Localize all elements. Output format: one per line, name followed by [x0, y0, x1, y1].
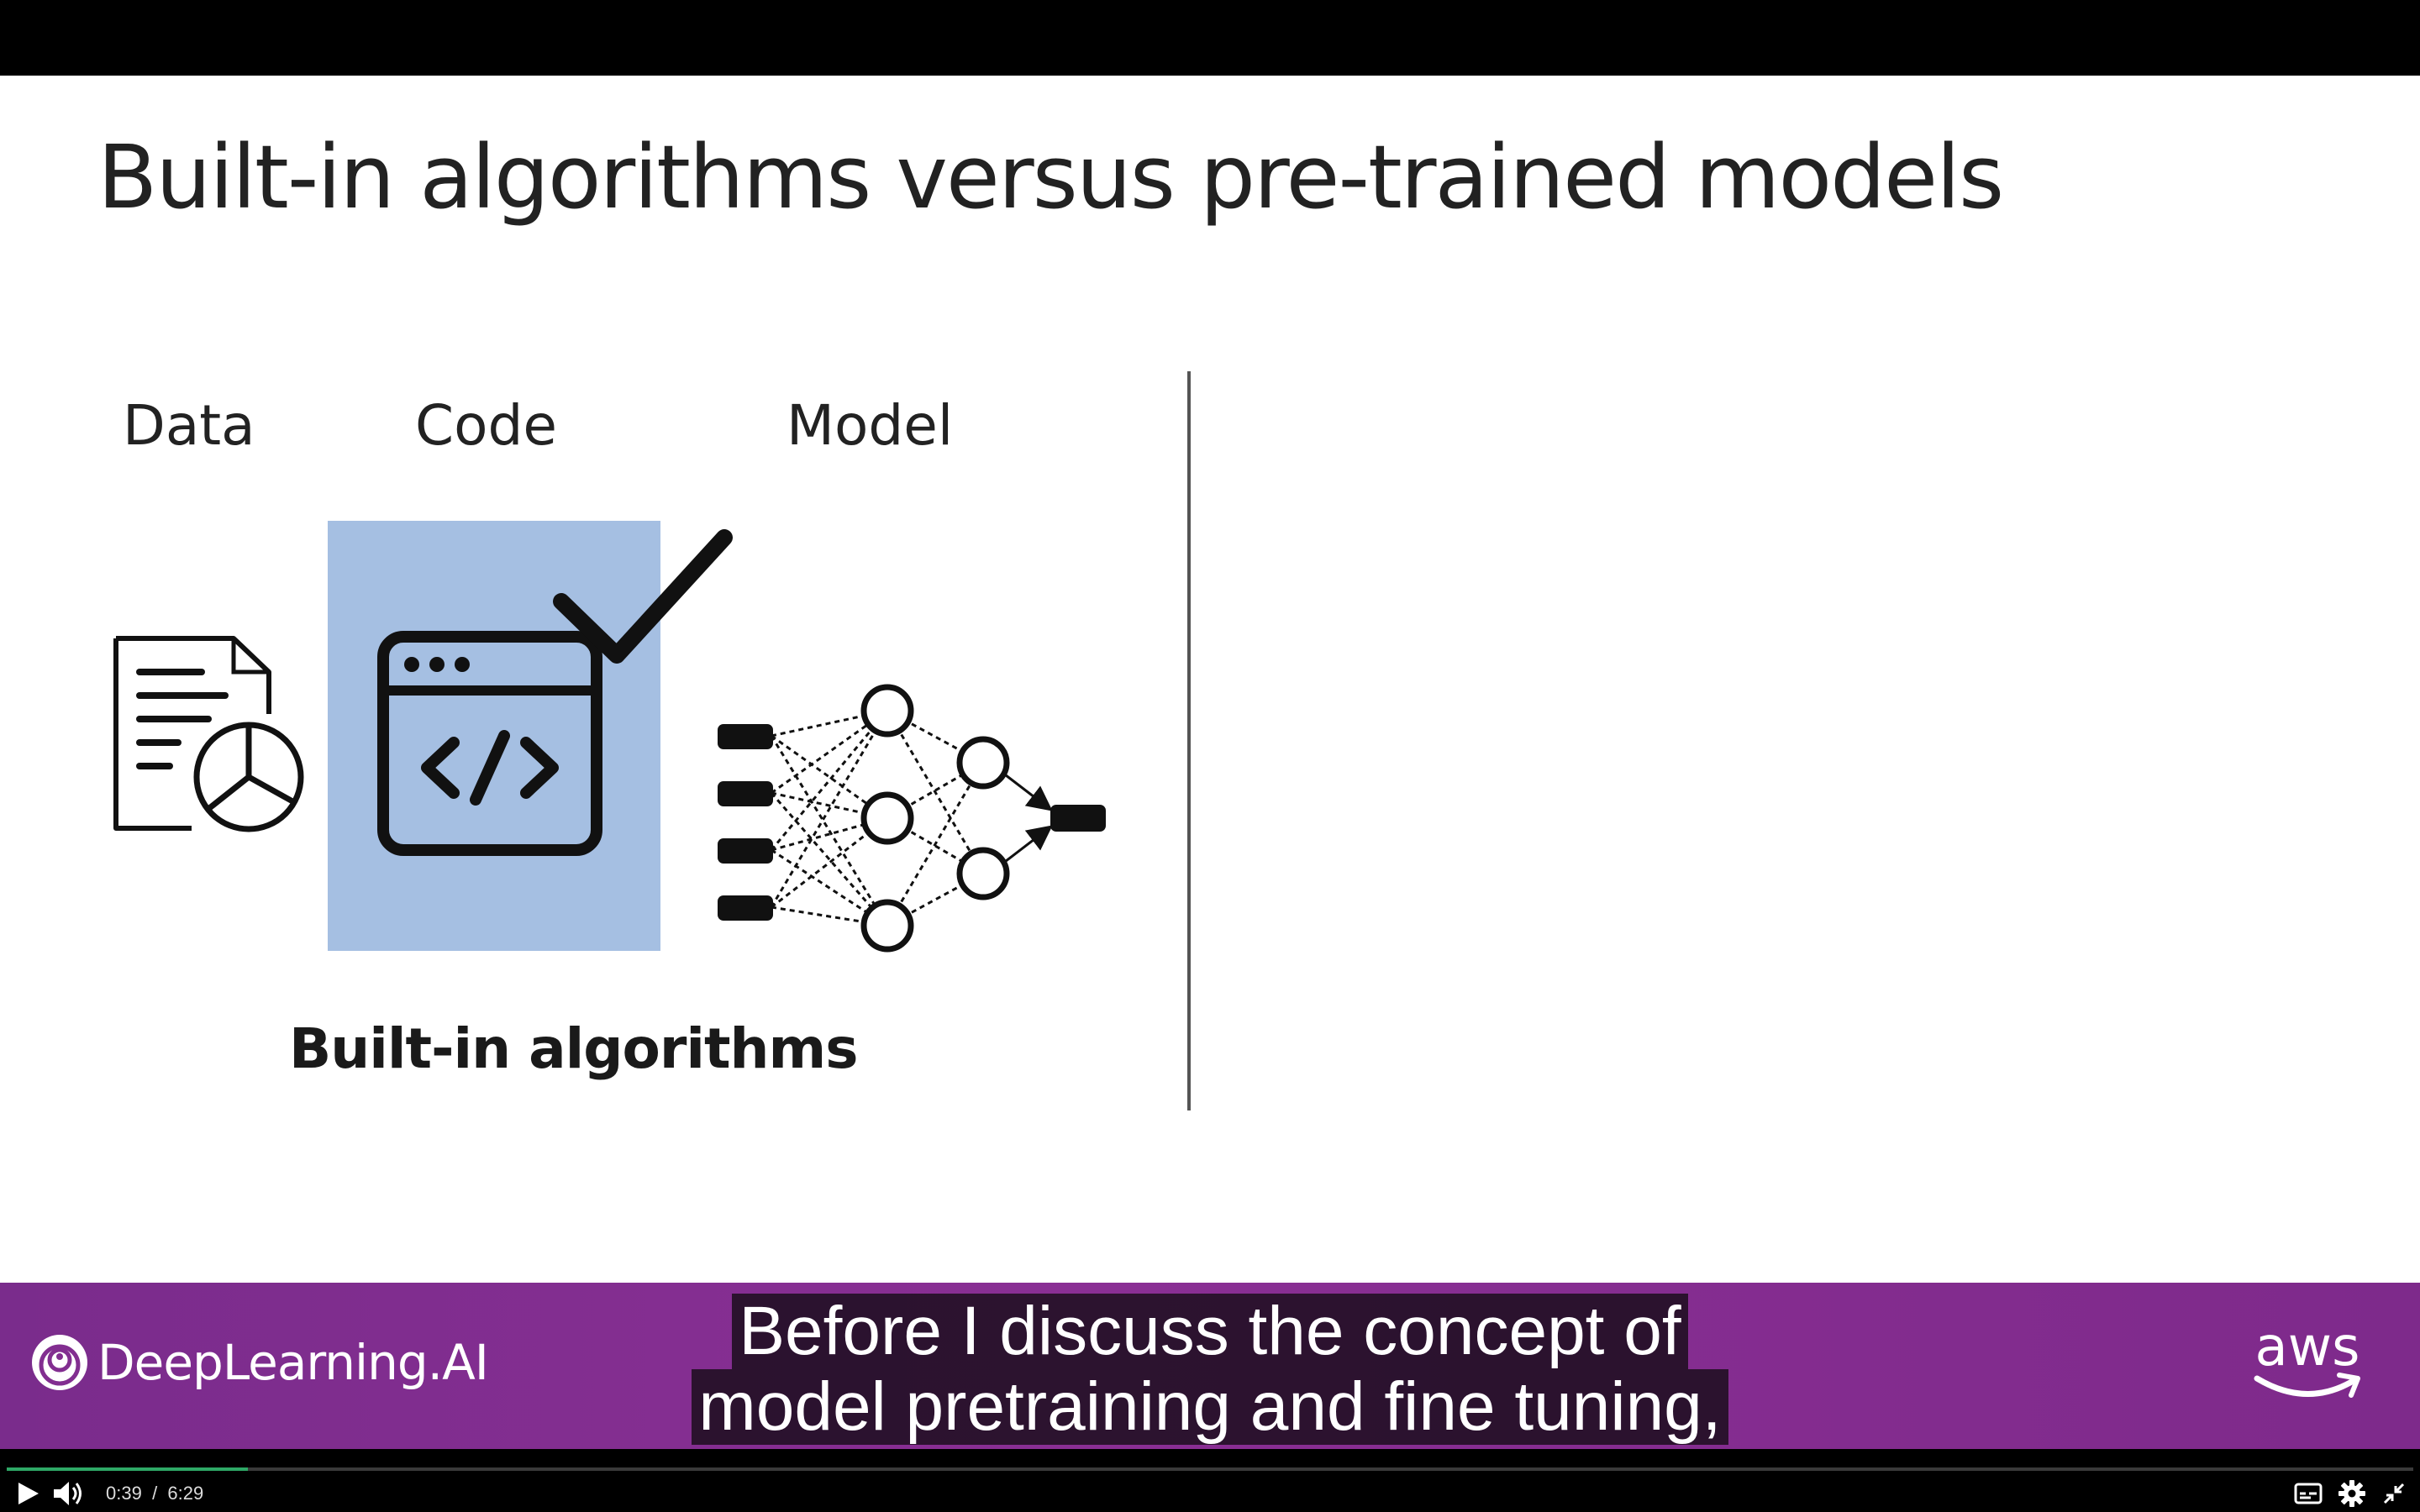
data-document-icon	[113, 636, 304, 832]
built-in-algorithms-label: Built-in algorithms	[289, 1016, 859, 1081]
time-display: 0:39 / 6:29	[106, 1483, 203, 1504]
current-time: 0:39	[106, 1483, 142, 1504]
duration: 6:29	[167, 1483, 204, 1504]
player-control-bar: 0:39 / 6:29	[0, 1449, 2420, 1512]
progress-fill	[7, 1467, 249, 1471]
slide-divider	[1187, 371, 1191, 1110]
caption-line-1: Before I discuss the concept of	[732, 1294, 1688, 1369]
caption-line-2: model pretraining and fine tuning,	[692, 1369, 1728, 1445]
slide-title: Built-in algorithms versus pre-trained m…	[97, 126, 2004, 228]
code-label: Code	[415, 393, 557, 458]
time-separator: /	[152, 1483, 158, 1504]
gear-icon[interactable]	[2338, 1479, 2366, 1508]
volume-icon[interactable]	[52, 1479, 84, 1508]
exit-fullscreen-icon[interactable]	[2381, 1481, 2407, 1506]
model-label: Model	[786, 393, 954, 458]
progress-bar[interactable]	[7, 1467, 2413, 1471]
video-player[interactable]: Built-in algorithms versus pre-trained m…	[0, 0, 2420, 1512]
slide: Built-in algorithms versus pre-trained m…	[0, 76, 2420, 1283]
play-icon[interactable]	[13, 1479, 42, 1508]
checkmark-icon	[553, 529, 733, 664]
data-label: Data	[123, 393, 255, 458]
neural-network-icon	[718, 684, 1106, 953]
captions-icon[interactable]	[2294, 1481, 2323, 1506]
subtitle-captions: Before I discuss the concept of model pr…	[0, 1294, 2420, 1445]
